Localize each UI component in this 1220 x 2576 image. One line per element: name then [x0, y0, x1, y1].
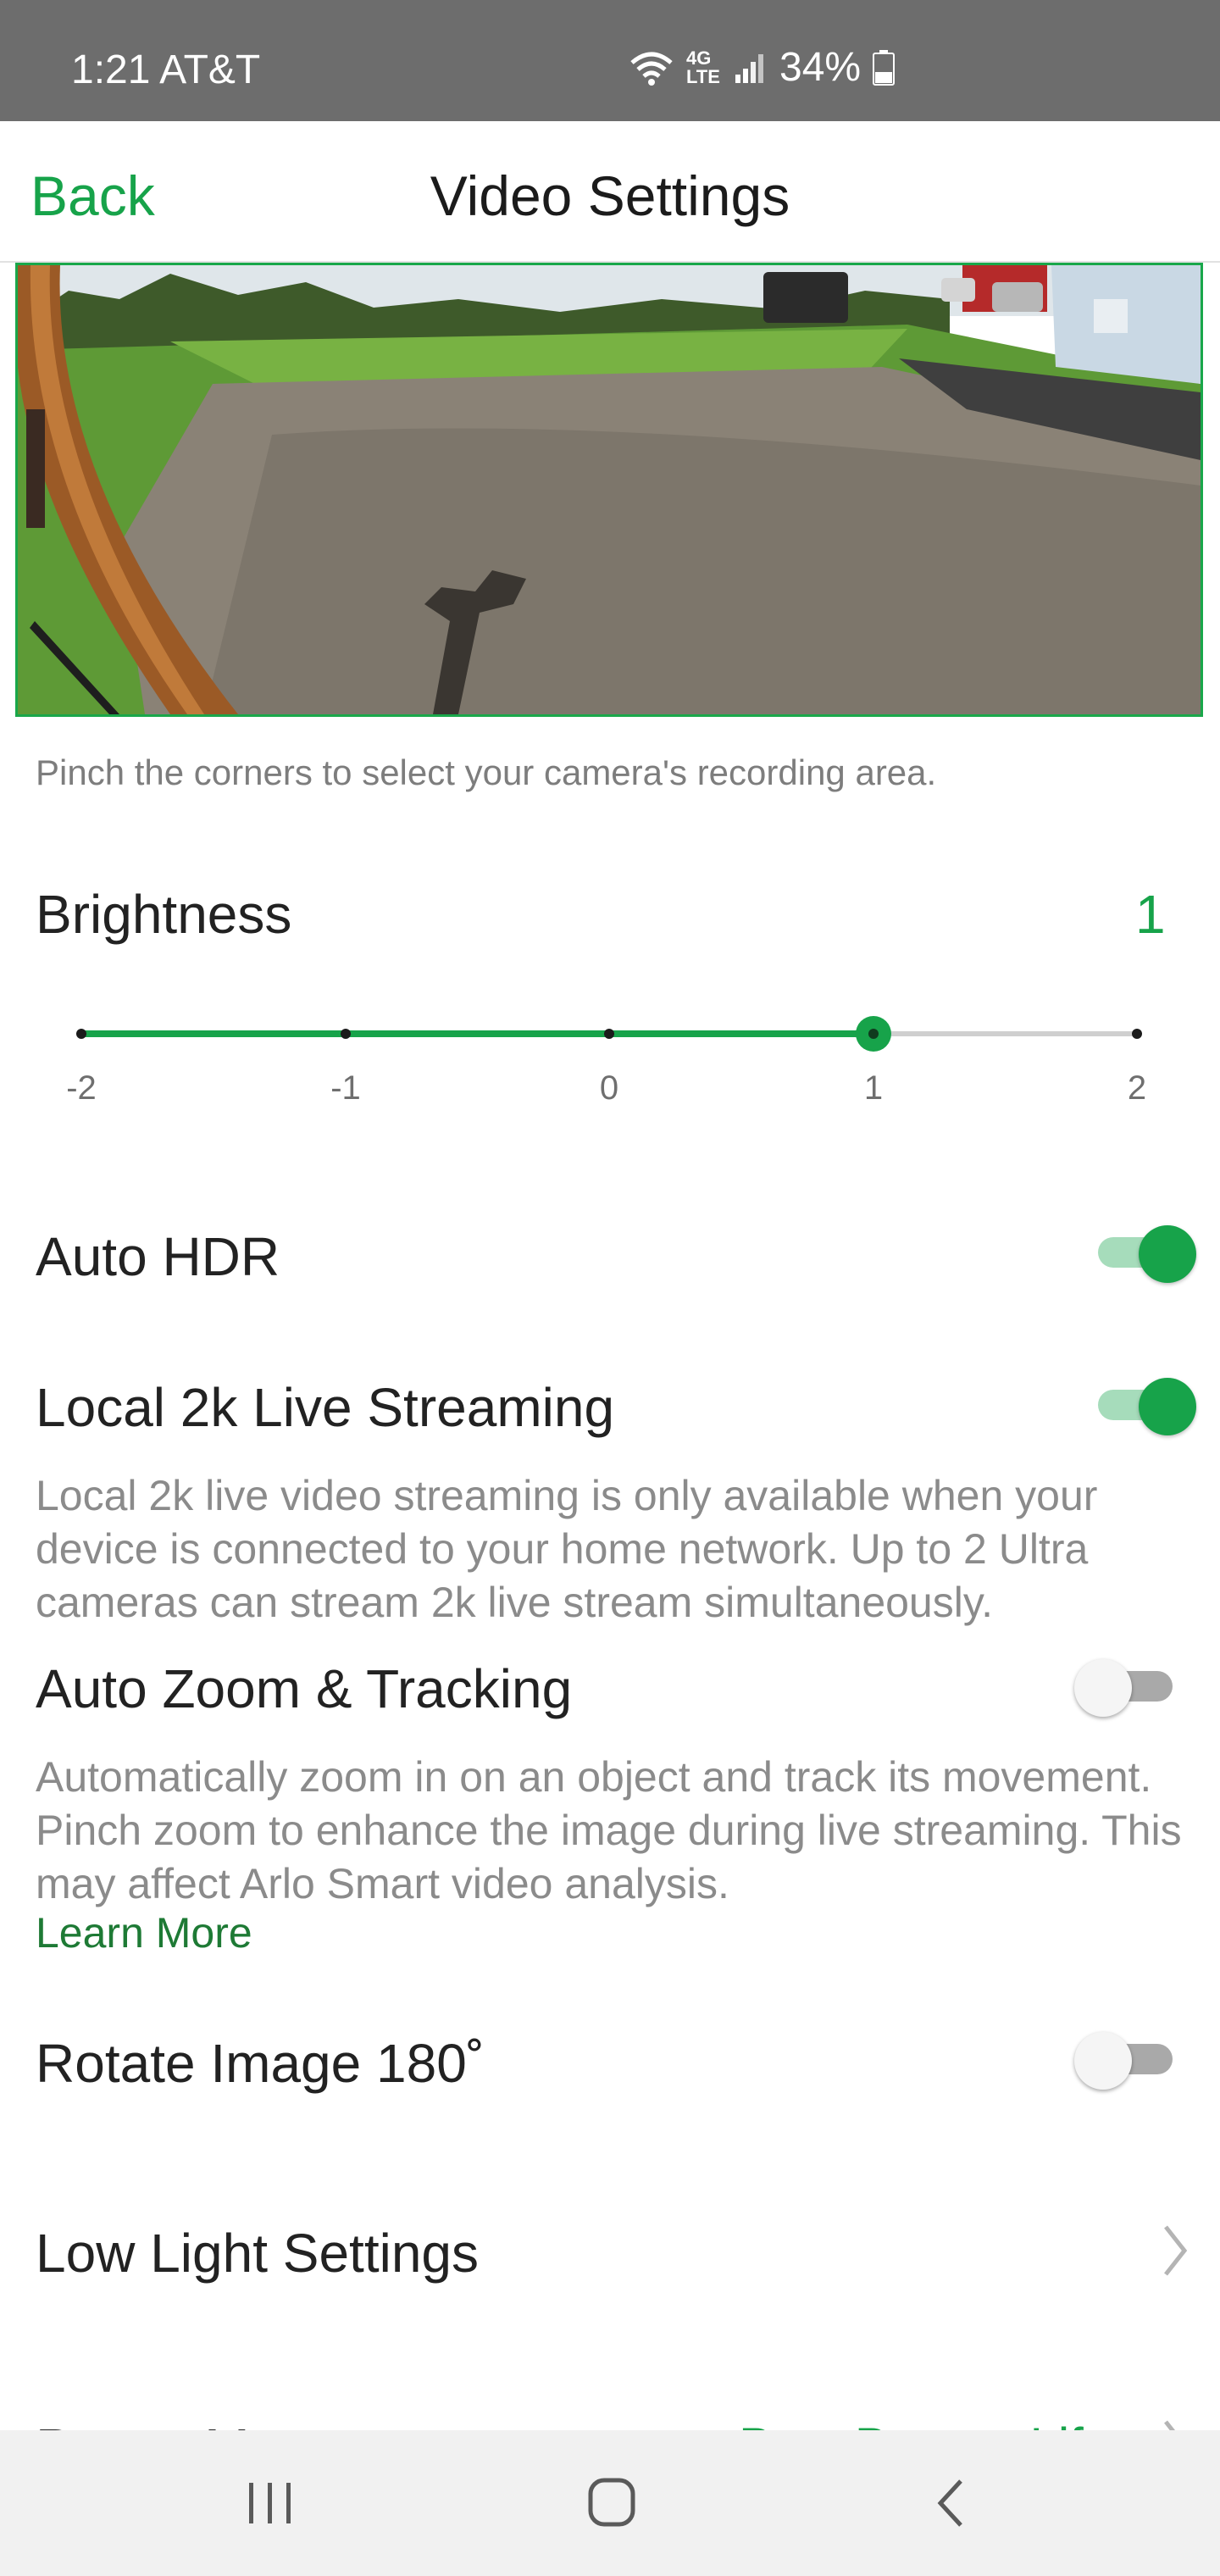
slider-tick-label: 2 [1127, 1069, 1147, 1107]
slider-tick[interactable] [341, 1029, 351, 1039]
status-time-carrier: 1:21 AT&T [71, 47, 261, 92]
local-2k-toggle[interactable] [1098, 1378, 1196, 1435]
brightness-label: Brightness [36, 884, 292, 945]
slider-fill [81, 1030, 873, 1037]
auto-zoom-label: Auto Zoom & Tracking [36, 1658, 573, 1719]
auto-hdr-toggle[interactable] [1098, 1225, 1196, 1283]
slider-tick-label: -1 [330, 1069, 361, 1107]
lte-icon: 4G LTE [686, 47, 722, 87]
slider-tick[interactable] [76, 1029, 86, 1039]
system-nav-bar [0, 2430, 1220, 2576]
rotate-image-toggle[interactable] [1074, 2032, 1173, 2090]
recents-icon[interactable] [246, 2479, 297, 2531]
rotate-image-label: Rotate Image 180˚ [36, 2033, 485, 2094]
local-2k-label: Local 2k Live Streaming [36, 1377, 615, 1438]
preview-hint: Pinch the corners to select your camera'… [36, 752, 937, 792]
brightness-value: 1 [1135, 884, 1166, 945]
brightness-slider[interactable] [76, 1016, 1142, 1052]
slider-tick[interactable] [1132, 1029, 1142, 1039]
slider-thumb[interactable] [856, 1016, 891, 1052]
toggle-knob [1139, 1378, 1196, 1435]
wifi-icon [629, 49, 674, 86]
local-2k-description: Local 2k live video streaming is only av… [36, 1472, 1098, 1626]
slider-tick-label: 1 [863, 1069, 884, 1107]
low-light-settings-label: Low Light Settings [36, 2223, 479, 2284]
battery-percent: 34% [779, 45, 862, 90]
nav-bar: Video Settings Back [0, 121, 1220, 263]
status-icons: 4G LTE 34% [629, 44, 896, 91]
slider-tick[interactable] [604, 1029, 614, 1039]
toggle-knob [1074, 1659, 1132, 1717]
auto-zoom-toggle[interactable] [1074, 1659, 1173, 1717]
power-management-row[interactable]: Power Management Best Battery Life [0, 2407, 1220, 2432]
low-light-settings-row[interactable]: Low Light Settings [0, 2186, 1220, 2313]
auto-hdr-label: Auto HDR [36, 1226, 280, 1287]
page-title: Video Settings [430, 164, 790, 227]
network-label: 4G LTE [686, 47, 720, 87]
back-button[interactable]: Back [30, 164, 155, 228]
signal-icon [734, 51, 768, 85]
status-bar: 1:21 AT&T 4G LTE 34% [0, 0, 1220, 121]
slider-tick-label: 0 [599, 1069, 619, 1107]
auto-zoom-description: Automatically zoom in on an object and t… [36, 1753, 1182, 1907]
back-icon[interactable] [934, 2478, 968, 2533]
toggle-knob [1139, 1225, 1196, 1283]
battery-icon [873, 49, 896, 86]
slider-tick-label: -2 [66, 1069, 97, 1107]
camera-preview[interactable] [15, 263, 1203, 717]
learn-more-link[interactable]: Learn More [36, 1908, 252, 1957]
toggle-knob [1074, 2032, 1132, 2090]
home-icon[interactable] [586, 2476, 637, 2533]
chevron-right-icon [1162, 2223, 1188, 2278]
